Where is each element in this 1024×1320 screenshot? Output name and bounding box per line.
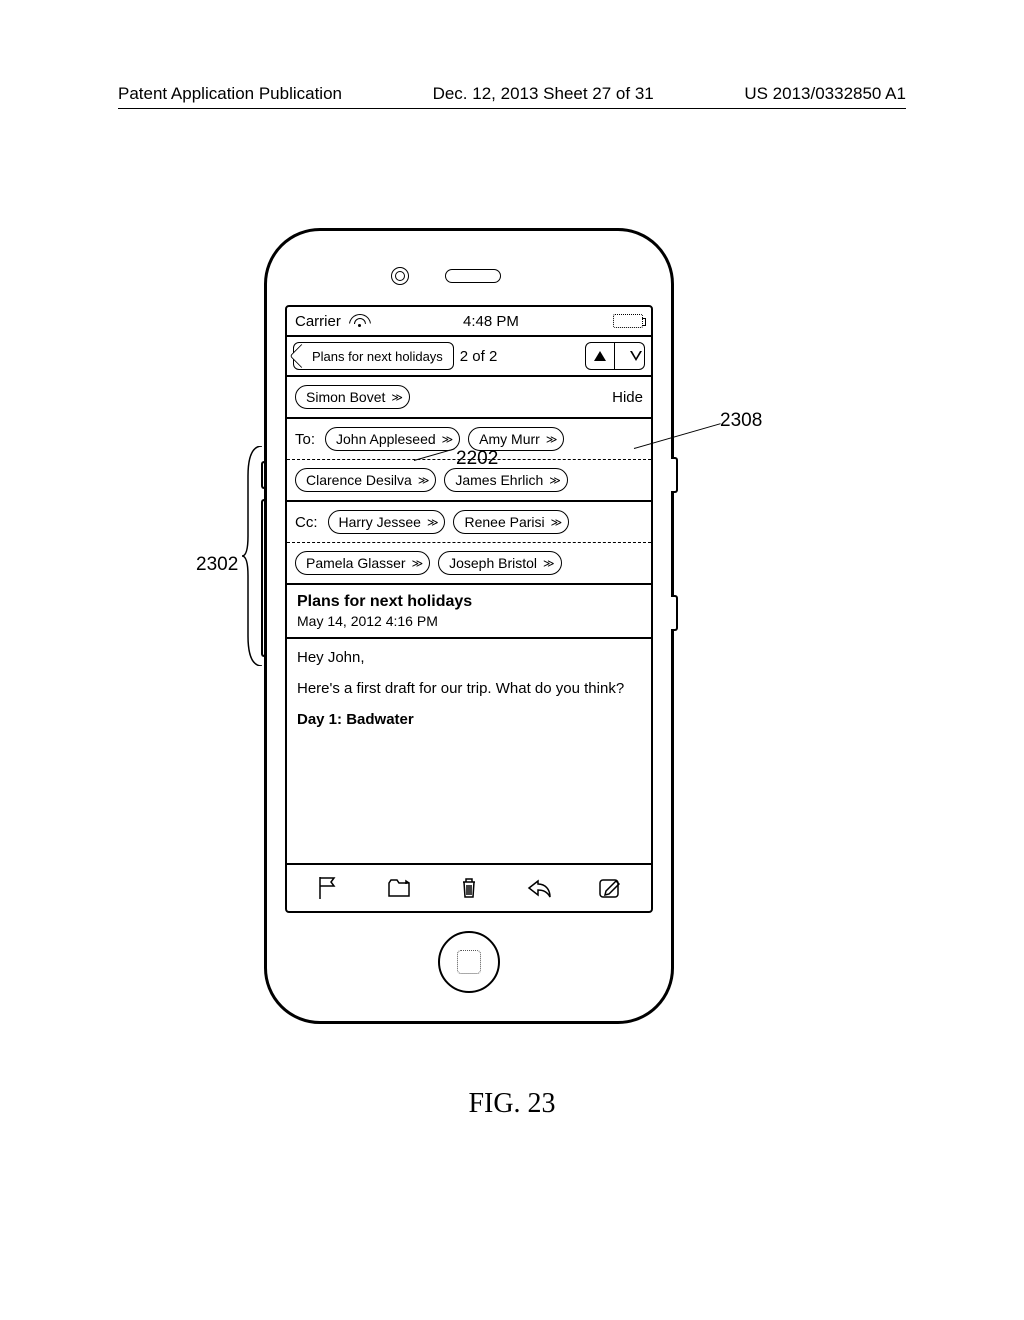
reply-button[interactable] bbox=[524, 873, 554, 903]
compose-button[interactable] bbox=[595, 873, 625, 903]
recipient-pill[interactable]: James Ehrlich≫ bbox=[444, 468, 567, 492]
next-message-button[interactable] bbox=[615, 342, 645, 370]
flag-icon bbox=[314, 874, 342, 902]
nav-bar: Plans for next holidays 2 of 2 bbox=[287, 337, 651, 377]
recipient-pill[interactable]: Renee Parisi≫ bbox=[453, 510, 569, 534]
subject-date: May 14, 2012 4:16 PM bbox=[297, 613, 641, 629]
trash-icon bbox=[455, 874, 483, 902]
reply-icon bbox=[525, 874, 553, 902]
recipient-pill[interactable]: Harry Jessee≫ bbox=[328, 510, 446, 534]
screen: Carrier 4:48 PM Plans for next holidays … bbox=[285, 305, 653, 913]
wifi-icon bbox=[349, 314, 369, 328]
page-header: Patent Application Publication Dec. 12, … bbox=[118, 84, 906, 104]
message-counter: 2 of 2 bbox=[460, 348, 498, 365]
bottom-toolbar bbox=[287, 863, 651, 911]
trash-button[interactable] bbox=[454, 873, 484, 903]
header-center: Dec. 12, 2013 Sheet 27 of 31 bbox=[433, 84, 654, 104]
chevron-right-icon: ≫ bbox=[418, 474, 426, 487]
camera-icon bbox=[391, 267, 409, 285]
battery-icon bbox=[613, 314, 643, 328]
chevron-right-icon: ≫ bbox=[549, 474, 557, 487]
recipient-pill[interactable]: Clarence Desilva≫ bbox=[295, 468, 436, 492]
back-button[interactable]: Plans for next holidays bbox=[293, 342, 454, 370]
carrier-label: Carrier bbox=[295, 313, 341, 330]
cc-row-1: Cc: Harry Jessee≫ Renee Parisi≫ bbox=[287, 502, 651, 543]
body-paragraph: Here's a first draft for our trip. What … bbox=[297, 680, 641, 697]
speaker-slot bbox=[445, 269, 501, 283]
sender-pill[interactable]: Simon Bovet ≫ bbox=[295, 385, 410, 409]
chevron-right-icon: ≫ bbox=[442, 433, 450, 446]
side-button-top[interactable] bbox=[671, 457, 678, 493]
back-button-label: Plans for next holidays bbox=[310, 349, 443, 364]
phone-frame: Carrier 4:48 PM Plans for next holidays … bbox=[264, 228, 674, 1024]
chevron-right-icon: ≫ bbox=[412, 557, 420, 570]
cc-row-2: Pamela Glasser≫ Joseph Bristol≫ bbox=[287, 543, 651, 585]
compose-icon bbox=[596, 874, 624, 902]
clock: 4:48 PM bbox=[463, 313, 519, 330]
to-label: To: bbox=[295, 431, 315, 448]
message-body[interactable]: Hey John, Here's a first draft for our t… bbox=[287, 639, 651, 863]
home-button[interactable] bbox=[438, 931, 500, 993]
status-bar: Carrier 4:48 PM bbox=[287, 307, 651, 337]
chevron-right-icon: ≫ bbox=[546, 433, 554, 446]
side-button-bottom[interactable] bbox=[671, 595, 678, 631]
sender-name: Simon Bovet bbox=[306, 389, 385, 405]
nav-arrows bbox=[585, 342, 645, 370]
subject-row: Plans for next holidays May 14, 2012 4:1… bbox=[287, 585, 651, 639]
recipient-pill[interactable]: Joseph Bristol≫ bbox=[438, 551, 561, 575]
recipient-pill[interactable]: John Appleseed≫ bbox=[325, 427, 460, 451]
header-rule bbox=[118, 108, 906, 109]
figure-label: FIG. 23 bbox=[0, 1088, 1024, 1120]
annotation-2202: 2202 bbox=[456, 448, 498, 470]
annotation-2308: 2308 bbox=[720, 410, 762, 432]
brace-2302 bbox=[242, 446, 264, 666]
header-left: Patent Application Publication bbox=[118, 84, 342, 104]
body-greeting: Hey John, bbox=[297, 649, 641, 666]
triangle-up-icon bbox=[594, 351, 606, 361]
header-right: US 2013/0332850 A1 bbox=[744, 84, 906, 104]
annotation-2302: 2302 bbox=[196, 554, 238, 576]
chevron-right-icon: ≫ bbox=[543, 557, 551, 570]
triangle-down-icon bbox=[624, 351, 636, 361]
chevron-right-icon: ≫ bbox=[391, 391, 399, 404]
chevron-right-icon: ≫ bbox=[427, 516, 435, 529]
body-day-heading: Day 1: Badwater bbox=[297, 711, 641, 728]
sender-row: Simon Bovet ≫ Hide bbox=[287, 377, 651, 419]
folder-button[interactable] bbox=[384, 873, 414, 903]
hide-button[interactable]: Hide bbox=[612, 389, 643, 406]
prev-message-button[interactable] bbox=[585, 342, 615, 370]
recipient-pill[interactable]: Pamela Glasser≫ bbox=[295, 551, 430, 575]
cc-label: Cc: bbox=[295, 514, 318, 531]
flag-button[interactable] bbox=[313, 873, 343, 903]
folder-icon bbox=[385, 874, 413, 902]
chevron-right-icon: ≫ bbox=[551, 516, 559, 529]
subject-title: Plans for next holidays bbox=[297, 593, 641, 611]
